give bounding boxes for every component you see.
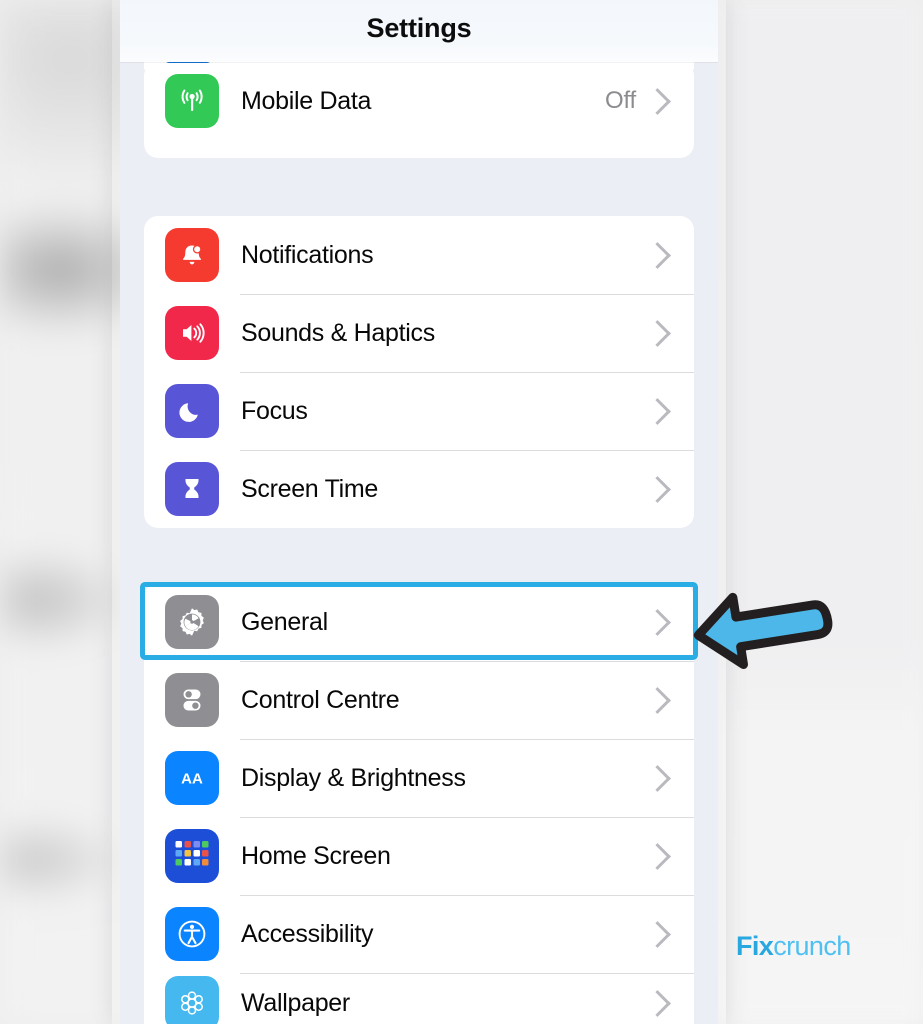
list-item-notifications[interactable]: Notifications xyxy=(144,216,694,294)
list-item-label: Display & Brightness xyxy=(241,763,466,792)
screen-time-hourglass-icon xyxy=(165,462,219,516)
list-item-label: Mobile Data xyxy=(241,86,372,115)
settings-group-system: General Control Centre AA Display & Brig… xyxy=(144,583,694,1024)
list-item-label: Accessibility xyxy=(241,919,374,948)
chevron-right-icon xyxy=(644,87,671,115)
svg-text:AA: AA xyxy=(181,771,203,788)
home-screen-grid-icon xyxy=(165,829,219,883)
focus-moon-icon xyxy=(165,384,219,438)
settings-group-alerts: Notifications Sounds & Haptics Focus Scr… xyxy=(144,216,694,528)
settings-group-connectivity: Mobile Data Off xyxy=(144,62,694,158)
general-gear-icon xyxy=(165,595,219,649)
watermark-brand-primary: Fix xyxy=(736,931,774,961)
settings-screen: Settings Mobile Data Off Notifications S… xyxy=(120,0,718,1024)
chevron-right-icon xyxy=(644,920,671,948)
chevron-right-icon xyxy=(644,241,671,269)
pointer-arrow-left xyxy=(688,573,838,683)
accessibility-person-icon xyxy=(165,907,219,961)
list-item-label: Sounds & Haptics xyxy=(241,318,435,347)
list-item-label: General xyxy=(241,607,328,636)
nav-header: Settings xyxy=(120,0,718,62)
list-item-general[interactable]: General xyxy=(144,583,694,661)
chevron-right-icon xyxy=(644,319,671,347)
list-item-label: Wallpaper xyxy=(241,988,350,1017)
chevron-right-icon xyxy=(644,475,671,503)
wallpaper-flower-icon xyxy=(165,976,219,1024)
list-item-sounds-haptics[interactable]: Sounds & Haptics xyxy=(144,294,694,372)
list-item-focus[interactable]: Focus xyxy=(144,372,694,450)
list-item-wallpaper[interactable]: Wallpaper xyxy=(144,973,694,1024)
sounds-speaker-icon xyxy=(165,306,219,360)
list-item-display-brightness[interactable]: AA Display & Brightness xyxy=(144,739,694,817)
chevron-right-icon xyxy=(644,989,671,1017)
blurred-right-backdrop xyxy=(718,0,923,1024)
list-item-mobile-data[interactable]: Mobile Data Off xyxy=(144,62,694,140)
chevron-right-icon xyxy=(644,764,671,792)
list-item-control-centre[interactable]: Control Centre xyxy=(144,661,694,739)
list-item-label: Screen Time xyxy=(241,474,379,503)
chevron-right-icon xyxy=(644,842,671,870)
chevron-right-icon xyxy=(644,397,671,425)
list-item-label: Home Screen xyxy=(241,841,391,870)
fixcrunch-watermark: Fixcrunch xyxy=(736,933,851,960)
mobile-data-icon xyxy=(165,74,219,128)
page-title: Settings xyxy=(366,13,472,43)
chevron-right-icon xyxy=(644,686,671,714)
display-brightness-aa-icon: AA xyxy=(165,751,219,805)
chevron-right-icon xyxy=(644,608,671,636)
list-item-screen-time[interactable]: Screen Time xyxy=(144,450,694,528)
list-item-accessibility[interactable]: Accessibility xyxy=(144,895,694,973)
list-item-label: Focus xyxy=(241,396,308,425)
list-item-label: Control Centre xyxy=(241,685,400,714)
list-item-home-screen[interactable]: Home Screen xyxy=(144,817,694,895)
control-centre-toggles-icon xyxy=(165,673,219,727)
list-item-label: Notifications xyxy=(241,240,374,269)
list-item-value: Off xyxy=(605,87,636,114)
notifications-bell-icon xyxy=(165,228,219,282)
watermark-brand-secondary: crunch xyxy=(773,931,851,961)
